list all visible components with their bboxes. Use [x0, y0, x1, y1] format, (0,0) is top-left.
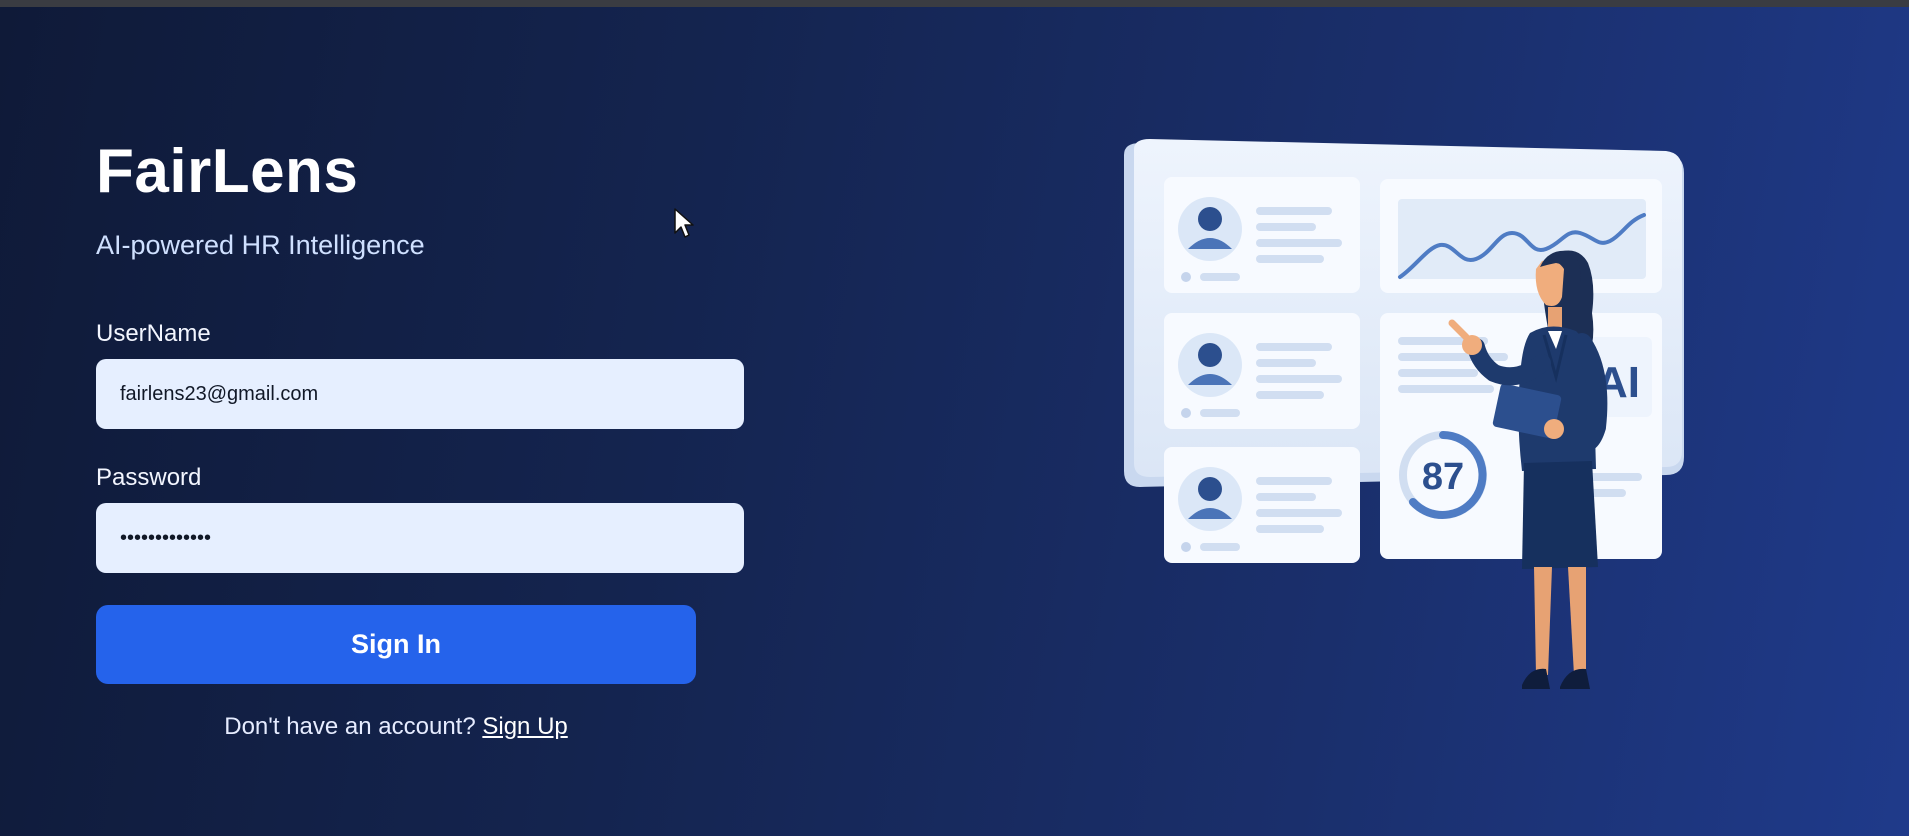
hr-dashboard-illustration: 87 AI	[1124, 139, 1684, 689]
password-label: Password	[96, 464, 202, 491]
window-top-strip	[0, 0, 1909, 7]
app-title: FairLens	[96, 137, 359, 206]
signup-link[interactable]: Sign Up	[482, 713, 567, 740]
password-input[interactable]	[96, 503, 744, 573]
profile-card-3	[1164, 447, 1360, 563]
signup-row: Don't have an account? Sign Up	[96, 715, 696, 739]
login-page: FairLens AI-powered HR Intelligence User…	[0, 7, 1909, 836]
username-input[interactable]	[96, 359, 744, 429]
username-label: UserName	[96, 320, 211, 347]
profile-card-1	[1164, 177, 1360, 293]
mouse-cursor-icon	[674, 208, 694, 238]
line-chart-card	[1380, 179, 1662, 293]
app-subtitle: AI-powered HR Intelligence	[96, 230, 425, 260]
profile-card-2	[1164, 313, 1360, 429]
score-value: 87	[1422, 456, 1464, 498]
sign-in-button[interactable]: Sign In	[96, 605, 696, 684]
signup-prompt: Don't have an account?	[224, 713, 476, 740]
